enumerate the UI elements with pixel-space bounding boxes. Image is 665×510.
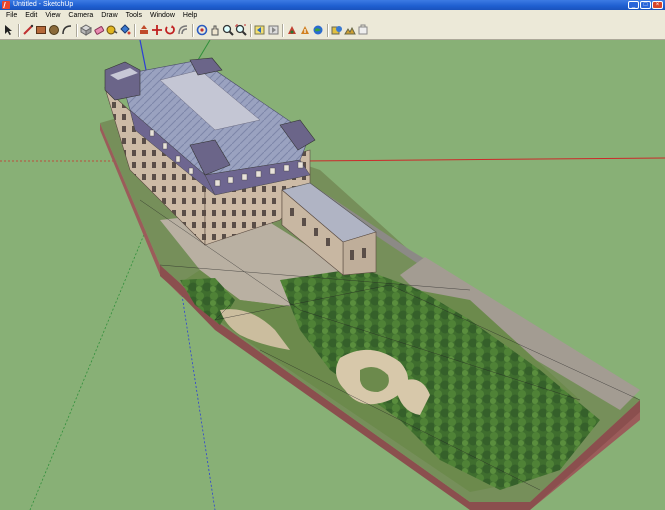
tape-measure-icon[interactable] — [106, 23, 118, 37]
main-toolbar — [0, 21, 665, 40]
maximize-button[interactable]: □ — [640, 1, 651, 9]
toolbar-separator — [327, 23, 328, 37]
share-model-icon[interactable] — [299, 23, 311, 37]
orbit-icon[interactable] — [196, 23, 208, 37]
google-earth-icon[interactable] — [312, 23, 324, 37]
make-component-icon[interactable] — [80, 23, 92, 37]
close-button[interactable]: × — [652, 1, 663, 9]
menu-camera[interactable]: Camera — [64, 10, 97, 21]
modeling-viewport[interactable] — [0, 40, 665, 510]
toolbar-separator — [18, 23, 19, 37]
toolbar-separator — [134, 23, 135, 37]
push-pull-icon[interactable] — [138, 23, 150, 37]
next-view-icon[interactable] — [267, 23, 279, 37]
pan-icon[interactable] — [209, 23, 221, 37]
menu-bar: File Edit View Camera Draw Tools Window … — [0, 10, 665, 21]
rotate-icon[interactable] — [164, 23, 176, 37]
previous-view-icon[interactable] — [254, 23, 266, 37]
paint-bucket-icon[interactable] — [119, 23, 131, 37]
circle-icon[interactable] — [48, 23, 60, 37]
offset-icon[interactable] — [177, 23, 189, 37]
toolbar-separator — [282, 23, 283, 37]
get-current-view-icon[interactable] — [331, 23, 343, 37]
menu-window[interactable]: Window — [146, 10, 179, 21]
select-icon[interactable] — [3, 23, 15, 37]
move-icon[interactable] — [151, 23, 163, 37]
place-model-icon[interactable] — [357, 23, 369, 37]
menu-draw[interactable]: Draw — [97, 10, 121, 21]
zoom-icon[interactable] — [222, 23, 234, 37]
scene-3d-model — [0, 40, 665, 510]
line-icon[interactable] — [22, 23, 34, 37]
sketchup-logo-icon — [2, 1, 10, 9]
toolbar-separator — [76, 23, 77, 37]
rectangle-icon[interactable] — [35, 23, 47, 37]
zoom-extents-icon[interactable] — [235, 23, 247, 37]
title-bar: Untitled - SketchUp _ □ × — [0, 0, 665, 10]
toggle-terrain-icon[interactable] — [344, 23, 356, 37]
get-models-icon[interactable] — [286, 23, 298, 37]
toolbar-separator — [250, 23, 251, 37]
menu-view[interactable]: View — [41, 10, 64, 21]
window-title: Untitled - SketchUp — [13, 1, 74, 8]
arc-icon[interactable] — [61, 23, 73, 37]
menu-file[interactable]: File — [2, 10, 21, 21]
eraser-icon[interactable] — [93, 23, 105, 37]
toolbar-separator — [192, 23, 193, 37]
menu-edit[interactable]: Edit — [21, 10, 41, 21]
menu-help[interactable]: Help — [179, 10, 201, 21]
menu-tools[interactable]: Tools — [122, 10, 146, 21]
minimize-button[interactable]: _ — [628, 1, 639, 9]
